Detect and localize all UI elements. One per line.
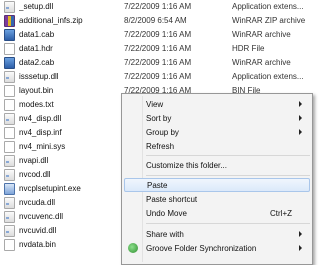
menu-item-view[interactable]: View — [124, 97, 310, 111]
submenu-arrow-icon — [299, 129, 302, 135]
file-name: data2.cab — [19, 58, 55, 67]
dll-file-icon — [4, 0, 15, 13]
file-date: 7/22/2009 1:16 AM — [124, 72, 192, 81]
submenu-arrow-icon — [299, 115, 302, 121]
file-name: layout.bin — [19, 86, 54, 95]
menu-label: Sort by — [146, 113, 172, 123]
menu-label: Paste shortcut — [146, 194, 198, 204]
menu-item-sort-by[interactable]: Sort by — [124, 111, 310, 125]
submenu-arrow-icon — [299, 231, 302, 237]
dll-file-icon — [4, 224, 15, 237]
inf-file-icon — [4, 126, 15, 139]
file-name: nv4_disp.dll — [19, 114, 62, 123]
file-name: isssetup.dll — [19, 72, 59, 81]
file-row[interactable]: data1.cab 7/22/2009 1:16 AM WinRAR archi… — [4, 28, 320, 41]
exe-file-icon — [4, 182, 15, 195]
file-date: 7/22/2009 1:16 AM — [124, 30, 192, 39]
menu-label: Group by — [146, 127, 179, 137]
menu-item-undo-move[interactable]: Undo Move Ctrl+Z — [124, 206, 310, 220]
file-row[interactable]: _setup.dll 7/22/2009 1:16 AM Application… — [4, 0, 320, 13]
cab-archive-icon — [4, 28, 15, 41]
file-name: nvcuvenc.dll — [19, 212, 64, 221]
submenu-arrow-icon — [299, 101, 302, 107]
menu-label: Share with — [146, 229, 184, 239]
menu-label: Paste — [147, 180, 168, 190]
hdr-file-icon — [4, 42, 15, 55]
file-name: data1.cab — [19, 30, 55, 39]
file-name: _setup.dll — [19, 2, 54, 11]
menu-item-paste-shortcut[interactable]: Paste shortcut — [124, 192, 310, 206]
bin-file-icon — [4, 238, 15, 251]
menu-item-paste[interactable]: Paste — [124, 178, 310, 192]
menu-item-group-by[interactable]: Group by — [124, 125, 310, 139]
file-date: 7/22/2009 1:16 AM — [124, 2, 192, 11]
dll-file-icon — [4, 196, 15, 209]
dll-file-icon — [4, 210, 15, 223]
context-menu: View Sort by Group by Refresh Customize … — [121, 93, 313, 265]
menu-label: Refresh — [146, 141, 175, 151]
file-date: 7/22/2009 1:16 AM — [124, 58, 192, 67]
file-name: modes.txt — [19, 100, 54, 109]
file-name: nvcuda.dll — [19, 198, 56, 207]
menu-separator — [146, 223, 310, 224]
file-name: nvdata.bin — [19, 240, 56, 249]
dll-file-icon — [4, 70, 15, 83]
menu-item-refresh[interactable]: Refresh — [124, 139, 310, 153]
menu-label: Customize this folder... — [146, 160, 227, 170]
file-type: Application extens... — [232, 2, 304, 11]
file-name: nv4_mini.sys — [19, 142, 66, 151]
file-row[interactable]: data2.cab 7/22/2009 1:16 AM WinRAR archi… — [4, 56, 320, 69]
sys-file-icon — [4, 140, 15, 153]
file-type: HDR File — [232, 44, 265, 53]
file-type: WinRAR ZIP archive — [232, 16, 306, 25]
file-name: additional_infs.zip — [19, 16, 83, 25]
dll-file-icon — [4, 154, 15, 167]
dll-file-icon — [4, 168, 15, 181]
file-name: nvcod.dll — [19, 170, 51, 179]
file-name: nvcuvid.dll — [19, 226, 57, 235]
file-type: WinRAR archive — [232, 30, 291, 39]
file-type: WinRAR archive — [232, 58, 291, 67]
file-name: nvcplsetupint.exe — [19, 184, 81, 193]
file-type: Application extens... — [232, 72, 304, 81]
submenu-arrow-icon — [299, 245, 302, 251]
file-date: 8/2/2009 6:54 AM — [124, 16, 187, 25]
menu-item-groove-sync[interactable]: Groove Folder Synchronization — [124, 241, 310, 255]
file-name: nvapi.dll — [19, 156, 49, 165]
cab-archive-icon — [4, 56, 15, 69]
file-name: data1.hdr — [19, 44, 53, 53]
menu-separator — [146, 155, 310, 156]
dll-file-icon — [4, 112, 15, 125]
file-row[interactable]: additional_infs.zip 8/2/2009 6:54 AM Win… — [4, 14, 320, 27]
menu-separator — [146, 175, 310, 176]
zip-archive-icon — [4, 14, 15, 27]
menu-item-customize-folder[interactable]: Customize this folder... — [124, 158, 310, 172]
file-name: nv4_disp.inf — [19, 128, 62, 137]
file-row[interactable]: data1.hdr 7/22/2009 1:16 AM HDR File — [4, 42, 320, 55]
bin-file-icon — [4, 84, 15, 97]
groove-sync-icon — [128, 243, 138, 253]
menu-label: Undo Move — [146, 208, 187, 218]
menu-shortcut: Ctrl+Z — [270, 208, 292, 218]
menu-label: Groove Folder Synchronization — [146, 243, 257, 253]
menu-item-share-with[interactable]: Share with — [124, 227, 310, 241]
file-date: 7/22/2009 1:16 AM — [124, 44, 192, 53]
file-row[interactable]: isssetup.dll 7/22/2009 1:16 AM Applicati… — [4, 70, 320, 83]
text-file-icon — [4, 98, 15, 111]
menu-label: View — [146, 99, 164, 109]
